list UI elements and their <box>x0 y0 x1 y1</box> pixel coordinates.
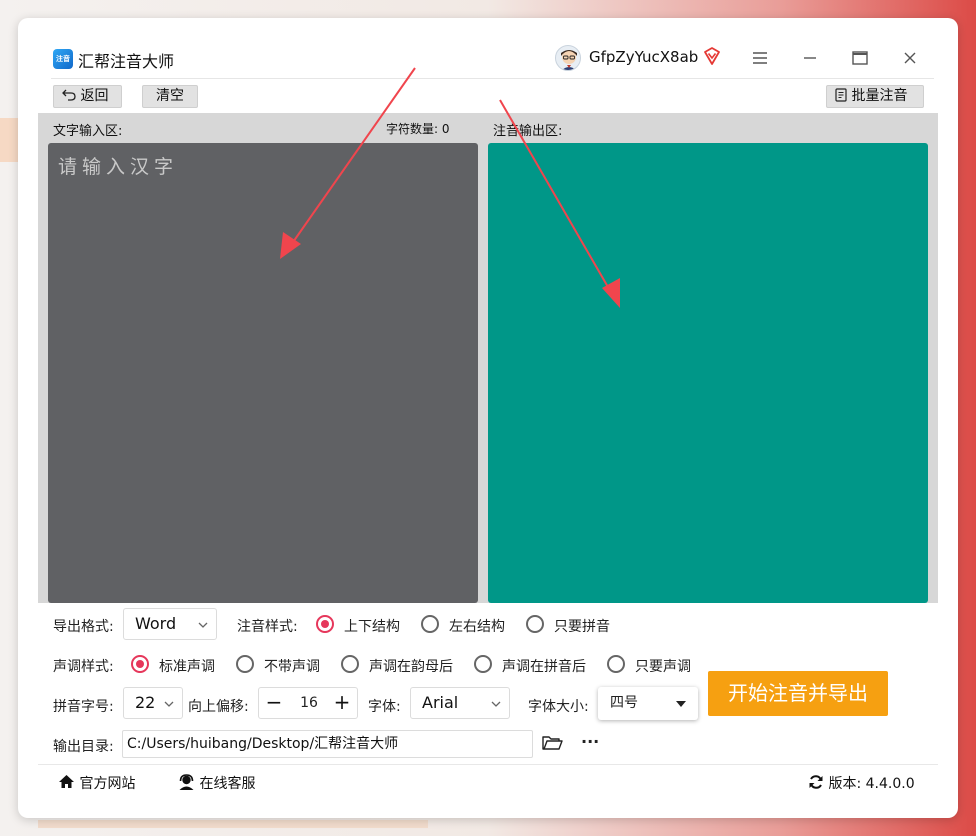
close-icon[interactable] <box>900 48 920 68</box>
app-title: 汇帮注音大师 <box>78 52 175 71</box>
vip-badge-icon[interactable] <box>703 47 721 65</box>
chevron-down-icon <box>198 609 208 639</box>
radio-pinyin-only[interactable] <box>526 615 544 633</box>
maximize-icon[interactable] <box>850 48 870 68</box>
pinyin-size-label: 拼音字号: <box>53 699 114 715</box>
offset-stepper: − 16 + <box>258 687 358 719</box>
font-size-value: 四号 <box>610 695 638 711</box>
version-info[interactable]: 版本: 4.4.0.0 <box>808 773 915 793</box>
background-bottom-strip <box>38 820 428 828</box>
output-area-label: 注音输出区: <box>493 124 563 139</box>
folder-icon[interactable] <box>541 732 563 754</box>
pinyin-size-value: 22 <box>135 693 156 712</box>
clear-label: 清空 <box>156 88 184 104</box>
headset-icon <box>178 774 199 792</box>
caret-down-icon <box>676 701 686 707</box>
option-tone-only[interactable]: 只要声调 <box>635 656 691 676</box>
option-pinyin-only[interactable]: 只要拼音 <box>554 616 610 636</box>
option-tone-after-pinyin[interactable]: 声调在拼音后 <box>502 656 586 676</box>
char-count: 字符数量: 0 <box>386 122 450 136</box>
output-dir-input[interactable]: C:/Users/huibang/Desktop/汇帮注音大师 <box>122 730 533 758</box>
user-avatar[interactable] <box>555 45 581 71</box>
radio-no-tone[interactable] <box>236 655 254 673</box>
annotation-style-label: 注音样式: <box>237 619 298 635</box>
radio-left-right[interactable] <box>421 615 439 633</box>
back-label: 返回 <box>80 88 109 104</box>
official-website-link[interactable]: 官方网站 <box>58 773 135 793</box>
offset-label: 向上偏移: <box>188 699 249 715</box>
chevron-down-icon <box>164 688 174 718</box>
title-divider <box>51 78 934 79</box>
increment-button[interactable]: + <box>327 688 357 718</box>
option-no-tone[interactable]: 不带声调 <box>264 656 320 676</box>
home-icon <box>58 775 79 792</box>
option-left-right[interactable]: 左右结构 <box>449 616 505 636</box>
clear-button[interactable]: 清空 <box>142 85 198 108</box>
text-input-area[interactable] <box>48 143 478 603</box>
font-select[interactable]: Arial <box>410 687 510 719</box>
output-dir-label: 输出目录: <box>53 739 114 755</box>
font-size-label: 字体大小: <box>528 699 589 715</box>
option-standard-tone[interactable]: 标准声调 <box>159 656 215 676</box>
radio-tone-after-final[interactable] <box>341 655 359 673</box>
decrement-button[interactable]: − <box>259 688 289 718</box>
more-options-button[interactable]: ··· <box>581 732 599 751</box>
version-label: 版本: 4.4.0.0 <box>828 776 915 792</box>
app-window: 注音 汇帮注音大师 GfpZyYucX8ab 返回 清空 批量注音 文字输入区:… <box>18 18 958 818</box>
username[interactable]: GfpZyYucX8ab <box>589 48 698 66</box>
font-value: Arial <box>422 693 459 712</box>
batch-annotate-button[interactable]: 批量注音 <box>826 85 924 108</box>
start-annotate-export-button[interactable]: 开始注音并导出 <box>708 671 888 716</box>
input-placeholder: 请输入汉字 <box>58 156 179 178</box>
menu-icon[interactable] <box>750 48 770 68</box>
pinyin-output-area[interactable] <box>488 143 928 603</box>
online-support-label: 在线客服 <box>199 776 256 792</box>
background-strip <box>0 118 18 162</box>
minimize-icon[interactable] <box>800 48 820 68</box>
tone-style-label: 声调样式: <box>53 659 114 675</box>
export-format-label: 导出格式: <box>53 619 114 635</box>
font-label: 字体: <box>368 699 401 715</box>
radio-standard-tone[interactable] <box>131 655 149 673</box>
online-support-link[interactable]: 在线客服 <box>178 773 255 793</box>
back-button[interactable]: 返回 <box>53 85 122 108</box>
radio-tone-after-pinyin[interactable] <box>474 655 492 673</box>
document-icon <box>835 88 851 104</box>
official-website-label: 官方网站 <box>79 776 136 792</box>
option-tone-after-final[interactable]: 声调在韵母后 <box>369 656 453 676</box>
radio-top-bottom[interactable] <box>316 615 334 633</box>
back-icon <box>62 88 80 104</box>
font-size-dropdown[interactable]: 四号 <box>598 687 698 720</box>
batch-annotate-label: 批量注音 <box>851 88 908 104</box>
radio-tone-only[interactable] <box>607 655 625 673</box>
refresh-icon <box>808 775 828 792</box>
app-logo-icon: 注音 <box>53 49 73 69</box>
chevron-down-icon <box>491 688 501 718</box>
input-area-label: 文字输入区: <box>53 124 123 139</box>
pinyin-size-select[interactable]: 22 <box>123 687 183 719</box>
footer-divider <box>38 764 938 765</box>
offset-value[interactable]: 16 <box>289 688 329 718</box>
option-top-bottom[interactable]: 上下结构 <box>344 616 400 636</box>
export-format-select[interactable]: Word <box>123 608 217 640</box>
export-format-value: Word <box>135 614 177 633</box>
